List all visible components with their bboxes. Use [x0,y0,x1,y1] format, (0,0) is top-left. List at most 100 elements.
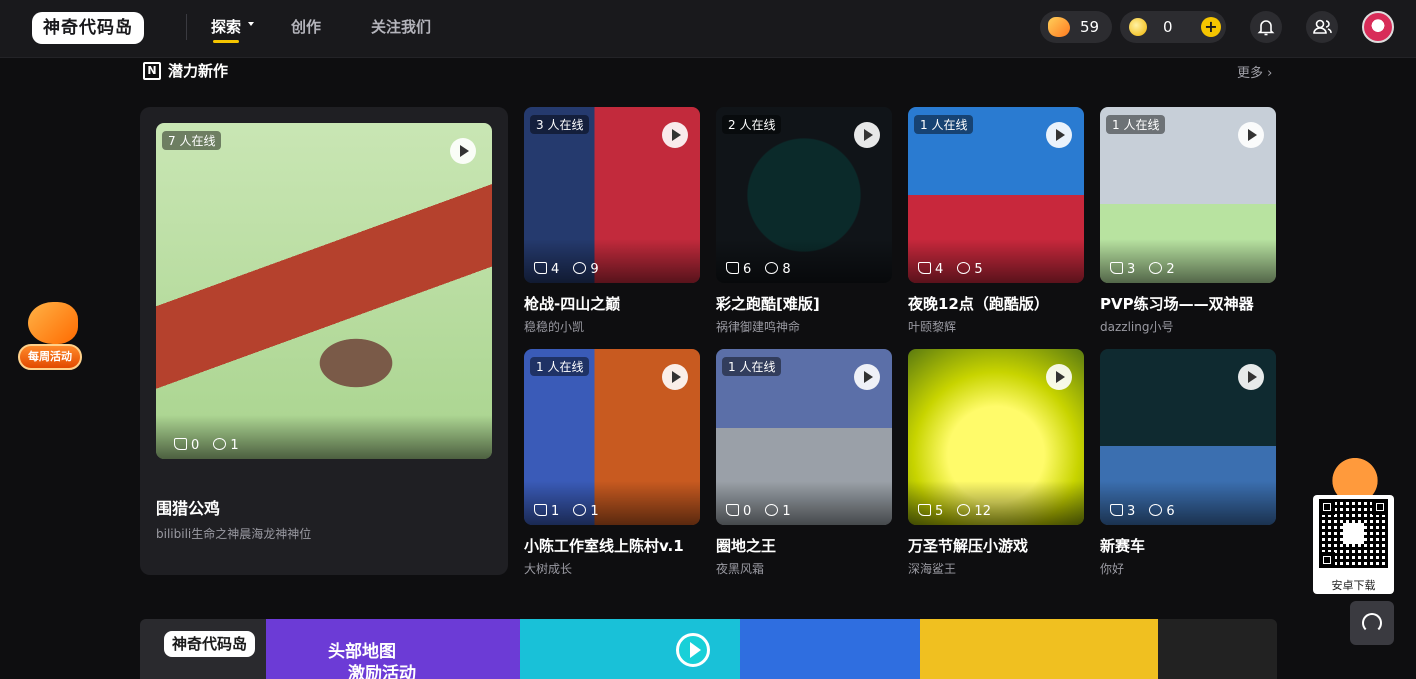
qr-corner-icon [1319,552,1335,568]
comment-count: 12 [974,504,991,519]
featured-title[interactable]: 围猎公鸡 [156,495,220,519]
comment-count: 1 [590,504,599,519]
android-download[interactable]: 安卓下载 [1313,495,1394,594]
site-logo[interactable]: 神奇代码岛 [32,12,144,44]
game-author[interactable]: 深海鲨王 [908,560,956,577]
game-title[interactable]: 小陈工作室线上陈村v.1 [524,535,701,556]
play-icon[interactable] [854,122,880,148]
comment-count: 5 [974,262,983,277]
game-stats: 3 2 [1110,262,1175,277]
game-thumbnail[interactable]: 1 人在线 4 5 [908,107,1084,283]
comment-count: 1 [230,438,239,453]
weekly-event-button[interactable]: 每周活动 [18,302,84,372]
game-thumbnail[interactable]: 2 人在线 6 8 [716,107,892,283]
like-icon [726,504,739,516]
game-card[interactable]: 1 人在线 0 1 圈地之王 夜黑风霜 [716,349,893,579]
comment-icon [573,504,587,516]
customer-service-button[interactable] [1350,601,1394,645]
game-title[interactable]: 圈地之王 [716,535,893,556]
game-thumbnail[interactable]: 1 人在线 0 1 [716,349,892,525]
game-card[interactable]: 2 人在线 6 8 彩之跑酷[难版] 祸律御建鸣神命 [716,107,893,337]
online-count: 7 人在线 [162,131,222,150]
play-icon[interactable] [1238,364,1264,390]
comment-icon [1149,504,1163,516]
game-title[interactable]: 枪战-四山之巅 [524,293,701,314]
qr-corner-icon [1319,499,1335,515]
mascot-icon [1325,453,1385,499]
gem-balance[interactable]: 59 [1040,11,1112,43]
nav-explore[interactable]: 探索 [211,16,241,37]
play-icon[interactable] [854,364,880,390]
comment-count: 8 [782,262,791,277]
featured-thumbnail[interactable]: 7 人在线 0 1 [156,123,492,459]
users-icon [1313,19,1332,34]
game-title[interactable]: 彩之跑酷[难版] [716,293,893,314]
comment-icon [573,262,587,274]
play-icon[interactable] [1046,122,1072,148]
featured-game-card[interactable]: 7 人在线 0 1 围猎公鸡 bilibili生命之神晨海龙神神位 [140,107,508,575]
online-count: 1 人在线 [722,357,782,376]
online-count: 1 人在线 [914,115,974,134]
comment-icon [957,262,971,274]
game-thumbnail[interactable]: 5 12 [908,349,1084,525]
like-count: 5 [935,504,944,519]
game-thumbnail[interactable]: 3 6 [1100,349,1276,525]
weekly-event-label: 每周活动 [18,344,82,370]
game-thumbnail[interactable]: 3 人在线 4 9 [524,107,700,283]
game-stats: 1 1 [534,504,599,519]
game-title[interactable]: 新赛车 [1100,535,1277,556]
comment-count: 2 [1166,262,1175,277]
game-card[interactable]: 1 人在线 1 1 小陈工作室线上陈村v.1 大树成长 [524,349,701,579]
new-work-icon: N [143,62,161,80]
notification-button[interactable] [1250,11,1282,43]
nav-follow-us[interactable]: 关注我们 [371,16,431,37]
like-icon [1110,262,1123,274]
game-author[interactable]: 夜黑风霜 [716,560,764,577]
bell-icon [1257,20,1275,36]
user-avatar[interactable] [1362,11,1394,43]
game-title[interactable]: 夜晚12点（跑酷版） [908,293,1085,314]
play-icon[interactable] [662,122,688,148]
banner-play-icon[interactable] [676,633,710,667]
qr-code [1319,499,1388,568]
game-author[interactable]: 稳稳的小凯 [524,318,584,335]
game-author[interactable]: dazzling小号 [1100,318,1173,335]
like-icon [534,504,547,516]
like-icon [174,438,187,450]
nav-create[interactable]: 创作 [291,16,321,37]
game-stats: 4 5 [918,262,983,277]
friends-button[interactable] [1306,11,1338,43]
nav-divider [186,14,187,40]
game-author[interactable]: 大树成长 [524,560,572,577]
game-author[interactable]: 你好 [1100,560,1124,577]
game-stats: 3 6 [1110,504,1175,519]
game-title[interactable]: 万圣节解压小游戏 [908,535,1085,556]
game-author[interactable]: 祸律御建鸣神命 [716,318,800,335]
game-card[interactable]: 3 6 新赛车 你好 [1100,349,1277,579]
play-icon[interactable] [662,364,688,390]
online-count: 2 人在线 [722,115,782,134]
like-icon [726,262,739,274]
online-count: 3 人在线 [530,115,590,134]
gem-count: 59 [1080,18,1100,36]
play-icon[interactable] [450,138,476,164]
game-thumbnail[interactable]: 1 人在线 1 1 [524,349,700,525]
comment-count: 9 [590,262,599,277]
more-link[interactable]: 更多 › [1237,62,1272,81]
play-icon[interactable] [1046,364,1072,390]
game-card[interactable]: 3 人在线 4 9 枪战-四山之巅 稳稳的小凯 [524,107,701,337]
event-banner[interactable]: 神奇代码岛 头部地图 激励活动 [140,619,1277,679]
game-author[interactable]: 叶颐黎辉 [908,318,956,335]
play-icon[interactable] [1238,122,1264,148]
game-card[interactable]: 5 12 万圣节解压小游戏 深海鲨王 [908,349,1085,579]
like-count: 0 [743,504,752,519]
comment-icon [765,504,779,516]
game-thumbnail[interactable]: 1 人在线 3 2 [1100,107,1276,283]
featured-author[interactable]: bilibili生命之神晨海龙神神位 [156,525,311,542]
game-title[interactable]: PVP练习场——双神器 [1100,293,1277,314]
game-stats: 5 12 [918,504,991,519]
chevron-down-icon[interactable] [248,22,254,26]
add-coin-button[interactable]: + [1201,17,1221,37]
game-card[interactable]: 1 人在线 3 2 PVP练习场——双神器 dazzling小号 [1100,107,1277,337]
game-card[interactable]: 1 人在线 4 5 夜晚12点（跑酷版） 叶颐黎辉 [908,107,1085,337]
